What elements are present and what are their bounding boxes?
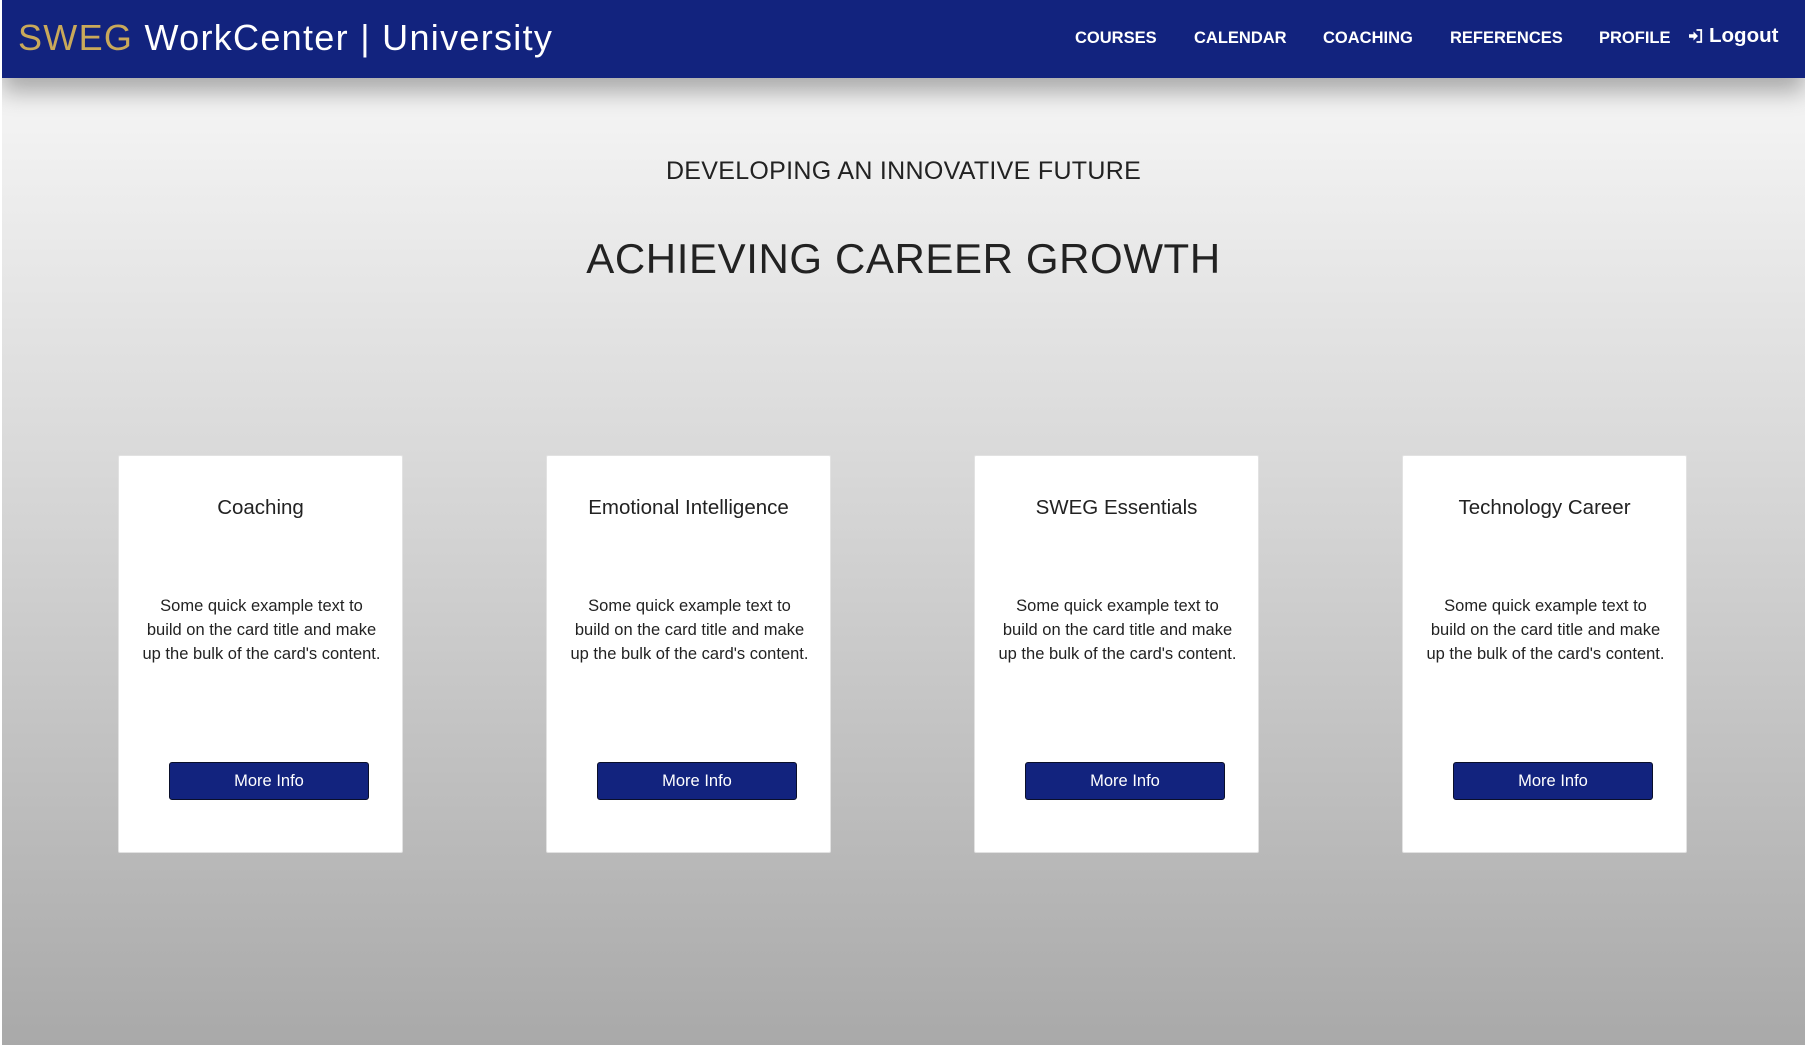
top-navbar: SWEG WorkCenter | University COURSES CAL…: [2, 0, 1805, 78]
brand-text: WorkCenter | University: [133, 17, 554, 58]
nav-profile[interactable]: PROFILE: [1599, 29, 1671, 48]
nav-coaching[interactable]: COACHING: [1323, 29, 1413, 48]
more-info-button[interactable]: More Info: [597, 762, 797, 800]
nav-references[interactable]: REFERENCES: [1450, 29, 1563, 48]
brand-accent: SWEG: [18, 17, 134, 58]
nav-courses[interactable]: COURSES: [1075, 29, 1157, 48]
brand-logo[interactable]: SWEG WorkCenter | University: [18, 17, 553, 59]
card-title: Emotional Intelligence: [588, 496, 789, 519]
card-title: SWEG Essentials: [1035, 496, 1198, 519]
more-info-button[interactable]: More Info: [1025, 762, 1225, 800]
card-text: Some quick example text to build on the …: [1426, 597, 1665, 663]
page: SWEG WorkCenter | University COURSES CAL…: [2, 0, 1805, 1045]
hero-subheading: DEVELOPING AN INNOVATIVE FUTURE: [665, 157, 1142, 185]
more-info-button[interactable]: More Info: [1453, 762, 1653, 800]
hero-heading: ACHIEVING CAREER GROWTH: [586, 235, 1221, 282]
card-sweg-essentials: SWEG Essentials Some quick example text …: [974, 455, 1259, 853]
card-title: Coaching: [217, 496, 304, 519]
sign-in-arrow-icon: [1689, 29, 1703, 43]
card-technology-career: Technology Career Some quick example tex…: [1402, 455, 1687, 853]
more-info-button[interactable]: More Info: [169, 762, 369, 800]
card-title: Technology Career: [1458, 496, 1631, 519]
card-coaching: Coaching Some quick example text to buil…: [118, 455, 403, 853]
card-text: Some quick example text to build on the …: [998, 597, 1237, 663]
nav-calendar[interactable]: CALENDAR: [1194, 29, 1287, 48]
card-emotional-intelligence: Emotional Intelligence Some quick exampl…: [546, 455, 831, 853]
card-text: Some quick example text to build on the …: [142, 597, 381, 663]
logout-label: Logout: [1709, 24, 1779, 47]
card-text: Some quick example text to build on the …: [570, 597, 809, 663]
logout-link[interactable]: Logout: [1688, 24, 1778, 48]
